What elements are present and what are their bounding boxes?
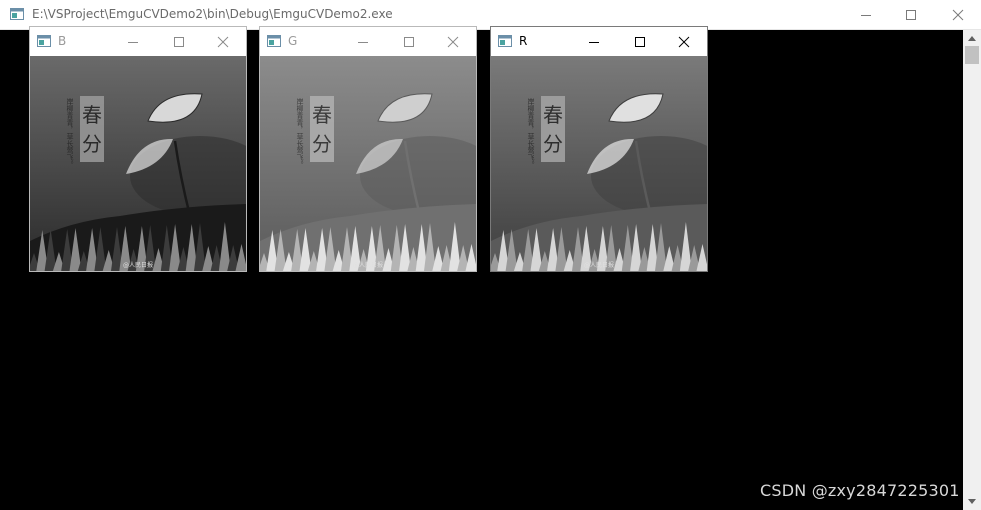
badge-char-1: 春 <box>312 103 332 127</box>
image-window-red[interactable]: R 春 分 岸柳青青，草长莺飞。 @人民日报 <box>490 26 708 272</box>
poem-text: 岸柳青青，草长莺飞。 <box>66 98 74 168</box>
image-window-green[interactable]: G 春 分 岸柳青青，草长莺飞。 @人民日报 <box>259 26 477 272</box>
close-button[interactable] <box>200 27 246 56</box>
minimize-icon <box>589 41 599 43</box>
maximize-button[interactable] <box>156 27 202 56</box>
image-window-title: R <box>519 34 528 48</box>
channel-image-green: 春 分 岸柳青青，草长莺飞。 @人民日报 <box>260 56 476 271</box>
badge-char-1: 春 <box>543 103 563 127</box>
channel-image-blue: 春 分 岸柳青青，草长莺飞。 @人民日报 <box>30 56 246 271</box>
image-window-title: G <box>288 34 298 48</box>
maximize-button[interactable] <box>386 27 432 56</box>
maximize-icon <box>404 36 414 47</box>
console-app-icon <box>10 8 24 20</box>
maximize-icon <box>174 36 184 47</box>
badge-char-2: 分 <box>543 132 563 156</box>
minimize-button[interactable] <box>571 27 617 56</box>
badge-char-2: 分 <box>82 132 102 156</box>
close-button[interactable] <box>935 0 981 30</box>
image-window-blue[interactable]: B 春 分 岸柳青青，草长莺飞。 @人民日报 <box>29 26 247 272</box>
minimize-button[interactable] <box>340 27 386 56</box>
watermark-text: CSDN @zxy2847225301 <box>760 481 960 500</box>
image-credit: @人民日报 <box>353 261 383 269</box>
minimize-icon <box>358 41 368 43</box>
image-window-titlebar[interactable]: B <box>30 27 246 56</box>
badge-char-1: 春 <box>82 103 102 127</box>
close-icon <box>217 36 229 47</box>
scroll-up-button[interactable] <box>963 30 981 46</box>
close-icon <box>447 36 459 47</box>
window-app-icon <box>498 35 512 47</box>
minimize-button[interactable] <box>110 27 156 56</box>
window-app-icon <box>37 35 51 47</box>
scrollbar-thumb[interactable] <box>965 46 979 64</box>
close-icon <box>678 36 690 47</box>
image-credit: @人民日报 <box>584 261 614 269</box>
maximize-button[interactable] <box>888 0 934 30</box>
window-app-icon <box>267 35 281 47</box>
maximize-icon <box>635 36 645 47</box>
image-window-titlebar[interactable]: R <box>491 27 707 56</box>
vertical-scrollbar[interactable] <box>963 30 981 510</box>
maximize-icon <box>906 10 916 20</box>
chevron-up-icon <box>968 36 976 41</box>
minimize-icon <box>128 41 138 43</box>
badge-char-2: 分 <box>312 132 332 156</box>
close-icon <box>952 9 964 21</box>
main-window-title: E:\VSProject\EmguCVDemo2\bin\Debug\EmguC… <box>32 7 393 21</box>
scroll-down-button[interactable] <box>963 494 981 510</box>
poem-text: 岸柳青青，草长莺飞。 <box>296 98 304 168</box>
chevron-down-icon <box>968 499 976 504</box>
image-credit: @人民日报 <box>123 261 153 269</box>
channel-image-red: 春 分 岸柳青青，草长莺飞。 @人民日报 <box>491 56 707 271</box>
minimize-icon <box>861 15 871 16</box>
poem-text: 岸柳青青，草长莺飞。 <box>527 98 535 168</box>
image-window-title: B <box>58 34 67 48</box>
close-button[interactable] <box>661 27 707 56</box>
maximize-button[interactable] <box>617 27 663 56</box>
close-button[interactable] <box>430 27 476 56</box>
image-window-titlebar[interactable]: G <box>260 27 476 56</box>
minimize-button[interactable] <box>843 0 889 30</box>
